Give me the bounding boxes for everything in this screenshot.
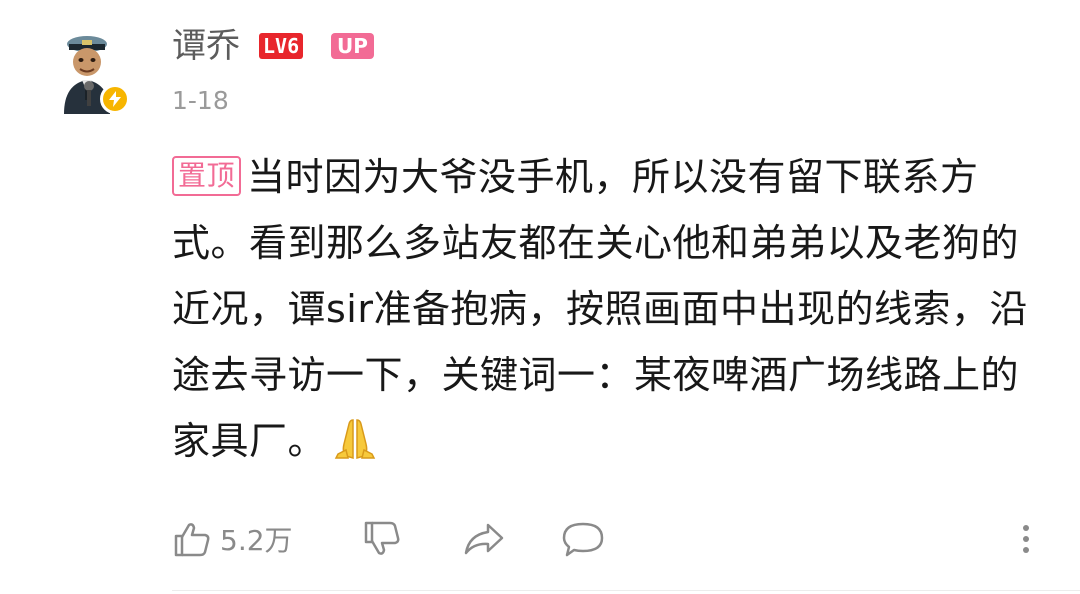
thumbs-up-icon xyxy=(174,523,210,557)
folded-hands-icon xyxy=(332,414,378,460)
more-vertical-icon xyxy=(1023,525,1029,553)
dislike-button[interactable] xyxy=(362,514,402,564)
comment-actions: 5.2万 xyxy=(172,514,1052,564)
author-name[interactable]: 谭乔 xyxy=(172,24,240,68)
comment-timestamp: 1-18 xyxy=(172,86,229,115)
thumbs-down-icon xyxy=(364,521,400,555)
up-badge: UP xyxy=(331,33,374,59)
comment-bubble-icon xyxy=(562,522,604,557)
share-button[interactable] xyxy=(462,514,506,564)
lightning-bolt-icon xyxy=(109,91,121,107)
comment-item: 谭乔 LV6 UP 1-18 置顶 当时因为大爷没手机，所以没有留下联系方式。看到… xyxy=(0,0,1080,594)
level-badge: LV6 xyxy=(259,33,304,59)
divider xyxy=(172,590,1080,591)
like-count: 5.2万 xyxy=(220,524,293,557)
comment-text: 当时因为大爷没手机，所以没有留下联系方式。看到那么多站友都在关心他和弟弟以及老狗… xyxy=(172,155,1028,463)
pinned-tag: 置顶 xyxy=(172,156,242,196)
like-button[interactable]: 5.2万 xyxy=(172,514,293,564)
verified-badge xyxy=(100,84,130,114)
share-icon xyxy=(464,523,504,555)
more-button[interactable] xyxy=(1018,514,1034,564)
reply-button[interactable] xyxy=(560,514,606,564)
comment-content[interactable]: 置顶 当时因为大爷没手机，所以没有留下联系方式。看到那么多站友都在关心他和弟弟以及… xyxy=(172,144,1052,474)
